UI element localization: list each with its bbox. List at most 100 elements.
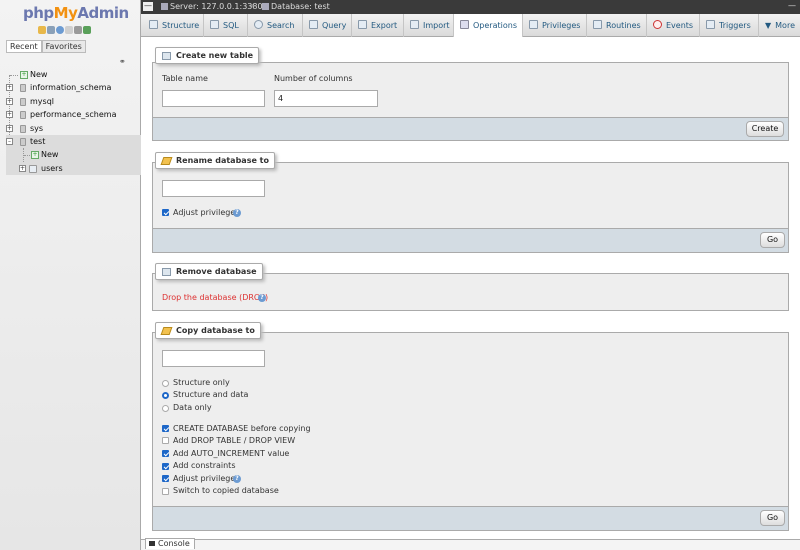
- recent-tab[interactable]: Recent: [6, 40, 42, 53]
- new-icon: +: [20, 71, 28, 79]
- tab-sql[interactable]: SQL: [204, 14, 248, 37]
- copy-adjust-privileges-label: Adjust privileges: [173, 474, 240, 483]
- reload-icon[interactable]: [83, 26, 91, 34]
- tree-item-test[interactable]: – test: [6, 134, 141, 149]
- pencil-icon: [160, 327, 173, 335]
- recent-favorites-tabs: Recent Favorites: [6, 40, 86, 53]
- tree-item-users[interactable]: + users: [6, 161, 141, 176]
- tab-query[interactable]: Query: [303, 14, 352, 37]
- create-database-checkbox[interactable]: [162, 425, 169, 432]
- copy-db-fieldset: Structure only Structure and data Data o…: [152, 332, 789, 507]
- breadcrumb-server[interactable]: Server: 127.0.0.1:3380: [161, 2, 263, 11]
- console-bar: Console: [141, 538, 800, 550]
- structure-icon: [149, 20, 158, 29]
- structure-and-data-label: Structure and data: [173, 390, 249, 399]
- rename-db-input[interactable]: [162, 180, 265, 197]
- expand-icon[interactable]: +: [6, 84, 13, 92]
- favorites-tab[interactable]: Favorites: [41, 40, 86, 53]
- search-icon: [254, 20, 263, 29]
- create-table-fieldset: Table name Number of columns: [152, 62, 789, 118]
- expand-icon[interactable]: +: [19, 164, 26, 172]
- add-drop-table-checkbox[interactable]: [162, 437, 169, 444]
- tab-routines[interactable]: Routines: [587, 14, 647, 37]
- tree-item-test-new[interactable]: + New: [6, 148, 141, 169]
- table-icon: [29, 164, 37, 173]
- rename-db-fieldset: Adjust privileges ?: [152, 162, 789, 229]
- tab-search[interactable]: Search: [248, 14, 303, 37]
- columns-input[interactable]: [274, 90, 378, 107]
- breadcrumb-database[interactable]: Database: test: [262, 2, 330, 11]
- tab-export[interactable]: Export: [352, 14, 404, 37]
- add-auto-increment-label: Add AUTO_INCREMENT value: [173, 449, 290, 458]
- rename-db-footer: Go: [152, 229, 789, 253]
- docs-icon[interactable]: [65, 26, 73, 34]
- help-icon[interactable]: [56, 26, 64, 34]
- copy-adjust-privileges-checkbox[interactable]: [162, 475, 169, 482]
- structure-only-label: Structure only: [173, 378, 230, 387]
- tree-item-sys[interactable]: + sys: [6, 122, 141, 135]
- add-constraints-checkbox[interactable]: [162, 463, 169, 470]
- phpmyadmin-logo[interactable]: phpMyAdmin: [23, 4, 129, 22]
- toggle-header-button[interactable]: —: [788, 1, 796, 10]
- create-button[interactable]: Create: [746, 121, 784, 137]
- database-icon: [262, 3, 269, 10]
- link-icon[interactable]: ⚭: [119, 57, 126, 66]
- console-icon: [149, 541, 155, 546]
- breadcrumb-bar: — Server: 127.0.0.1:3380 » Database: tes…: [141, 0, 800, 14]
- data-only-label: Data only: [173, 403, 212, 412]
- table-add-icon: [162, 52, 171, 60]
- settings-icon[interactable]: [74, 26, 82, 34]
- clock-icon: [653, 20, 662, 29]
- structure-and-data-radio[interactable]: [162, 392, 169, 399]
- create-table-footer: Create: [152, 118, 789, 141]
- rename-go-button[interactable]: Go: [760, 232, 785, 248]
- copy-go-button[interactable]: Go: [760, 510, 785, 526]
- help-icon[interactable]: ?: [258, 294, 266, 302]
- expand-icon[interactable]: +: [6, 111, 13, 119]
- switch-to-copied-checkbox[interactable]: [162, 488, 169, 495]
- rename-adjust-privileges-label: Adjust privileges: [173, 208, 240, 217]
- drop-database-link[interactable]: Drop the database (DROP): [162, 293, 268, 302]
- wrench-icon: [460, 20, 469, 29]
- logout-icon[interactable]: [47, 26, 55, 34]
- copy-db-footer: Go: [152, 507, 789, 531]
- add-constraints-label: Add constraints: [173, 461, 236, 470]
- rename-adjust-privileges-checkbox[interactable]: [162, 209, 169, 216]
- pencil-icon: [160, 157, 173, 165]
- remove-db-legend: Remove database: [155, 263, 263, 280]
- data-only-radio[interactable]: [162, 405, 169, 412]
- expand-icon[interactable]: +: [6, 124, 13, 132]
- database-menu: Structure SQL Search Query Export Import…: [141, 14, 800, 38]
- home-icon[interactable]: [38, 26, 46, 34]
- collapse-nav-button[interactable]: —: [143, 2, 153, 11]
- add-auto-increment-checkbox[interactable]: [162, 450, 169, 457]
- expand-icon[interactable]: +: [6, 97, 13, 105]
- tab-more[interactable]: ▼ More: [759, 14, 800, 37]
- tree-item-mysql[interactable]: + mysql: [6, 95, 141, 108]
- navigation-panel: phpMyAdmin Recent Favorites ⚭ + New + in…: [0, 0, 141, 550]
- triggers-icon: [706, 20, 715, 29]
- tree-item-new[interactable]: + New: [6, 68, 141, 81]
- copy-db-input[interactable]: [162, 350, 265, 367]
- help-icon[interactable]: ?: [233, 209, 241, 217]
- chevron-down-icon: ▼: [765, 21, 772, 30]
- console-tab[interactable]: Console: [145, 538, 195, 549]
- tab-events[interactable]: Events: [647, 14, 700, 37]
- tree-item-performance-schema[interactable]: + performance_schema: [6, 108, 141, 121]
- server-icon: [161, 3, 168, 10]
- sql-icon: [210, 20, 219, 29]
- tab-import[interactable]: Import: [404, 14, 454, 37]
- tab-structure[interactable]: Structure: [143, 14, 204, 37]
- tab-privileges[interactable]: Privileges: [523, 14, 587, 37]
- tab-triggers[interactable]: Triggers: [700, 14, 759, 37]
- tree-item-information-schema[interactable]: + information_schema: [6, 81, 141, 94]
- database-icon: [20, 137, 26, 146]
- query-icon: [309, 20, 318, 29]
- collapse-icon[interactable]: –: [6, 137, 13, 145]
- table-name-input[interactable]: [162, 90, 265, 107]
- tab-operations[interactable]: Operations: [454, 14, 523, 38]
- help-icon[interactable]: ?: [233, 475, 241, 483]
- columns-label: Number of columns: [274, 74, 353, 83]
- database-tree: + New + information_schema + mysql + per…: [6, 68, 141, 176]
- structure-only-radio[interactable]: [162, 380, 169, 387]
